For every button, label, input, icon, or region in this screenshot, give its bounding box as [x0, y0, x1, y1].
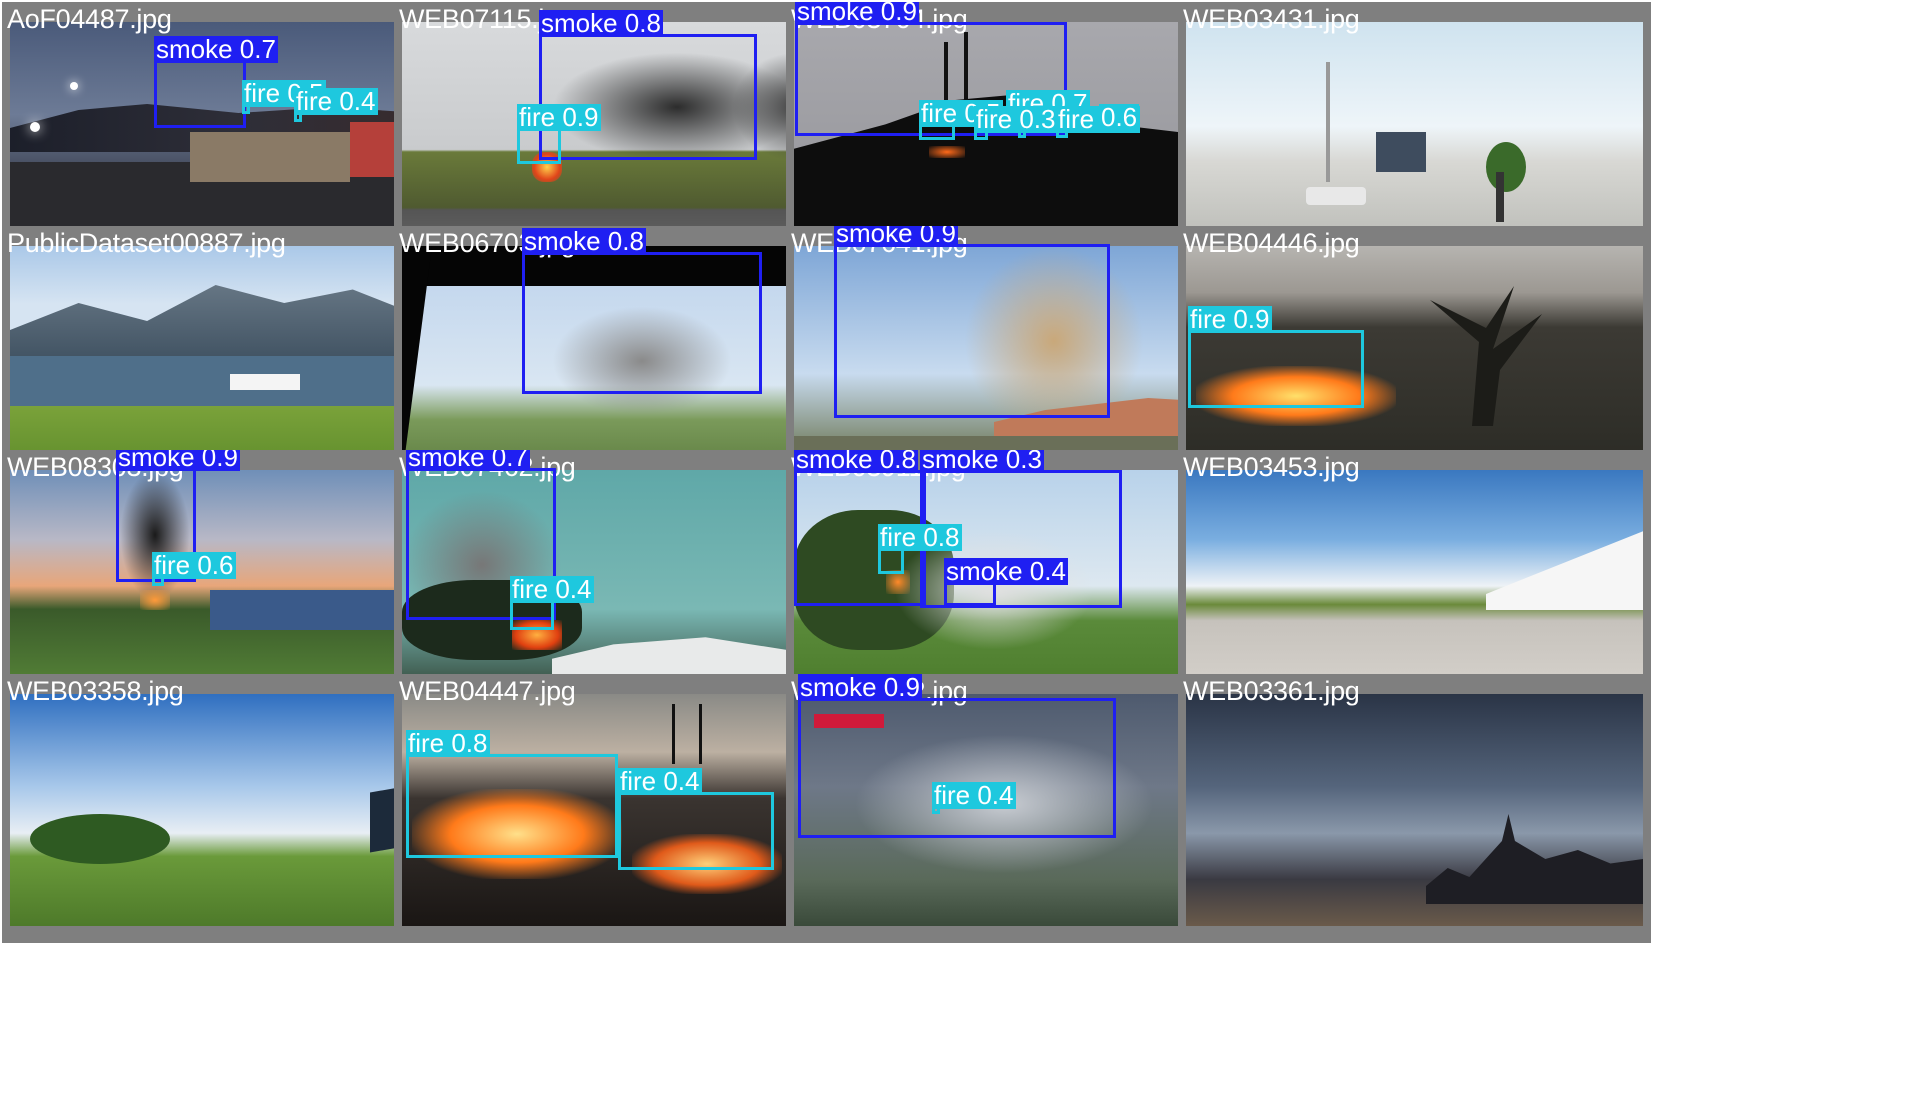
detection-label: smoke 0.8 — [794, 450, 918, 473]
image-filename: WEB03431.jpg — [1183, 4, 1360, 34]
tree — [1486, 142, 1526, 192]
cruise-ship — [230, 374, 300, 390]
skyline — [1426, 814, 1643, 904]
trees — [30, 814, 170, 864]
image-filename: WEB04447.jpg — [399, 676, 576, 706]
detection-label: smoke 0.9 — [116, 450, 240, 471]
fire-bounding-box: fire 0.3 — [974, 106, 1058, 140]
building — [1486, 530, 1643, 610]
image-filename: WEB03453.jpg — [1183, 452, 1360, 482]
image-filename: WEB03361.jpg — [1183, 676, 1360, 706]
scene-image — [1186, 694, 1643, 926]
street-light — [70, 82, 78, 90]
power-tower — [672, 704, 702, 764]
detection-label: fire 0.4 — [294, 86, 378, 116]
image-filename: WEB03358.jpg — [7, 676, 184, 706]
fire-bounding-box: fire 0.5 — [242, 80, 326, 114]
person — [1496, 172, 1504, 222]
fire-bounding-box: fire 0.9 — [517, 104, 601, 164]
detection-label: fire 0.8 — [406, 728, 490, 758]
scene-image — [1186, 22, 1643, 254]
result-tile[interactable]: WEB03361.jpg — [1178, 674, 1651, 943]
detection-label: smoke 0.7 — [406, 450, 530, 471]
image-filename: PublicDataset00887.jpg — [7, 228, 286, 258]
detection-label: fire 0.8 — [878, 522, 962, 552]
fire-bounding-box: fire 0.4 — [510, 576, 594, 630]
detection-label: smoke 0.8 — [522, 226, 646, 256]
smoke-bounding-box: smoke 0.8 — [539, 10, 757, 160]
detection-label: smoke 0.9 — [798, 674, 922, 702]
smoke-bounding-box: smoke 0.4 — [944, 558, 1068, 606]
detection-label: fire 0.9 — [517, 102, 601, 132]
detection-label: smoke 0.7 — [154, 34, 278, 64]
smoke-bounding-box: smoke 0.9 — [834, 226, 1110, 418]
building — [190, 132, 350, 182]
detection-label: fire 0.6 — [152, 550, 236, 580]
flame — [140, 590, 170, 610]
detection-label: smoke 0.3 — [920, 450, 1044, 473]
fire-bounding-box: fire 0.8 — [406, 730, 618, 858]
detection-label: smoke 0.9 — [795, 2, 919, 25]
detection-label: smoke 0.8 — [539, 8, 663, 38]
fire-bounding-box: fire 0.4 — [618, 768, 774, 870]
fire-bounding-box: fire 0.3 — [1056, 106, 1140, 138]
detection-label: fire 0.4 — [932, 780, 1016, 810]
detection-label: smoke 0.4 — [944, 556, 1068, 586]
detection-label: 0.6 — [1099, 102, 1140, 132]
tree — [1430, 286, 1542, 426]
fire-bounding-box: fire 0.5 — [919, 100, 1003, 140]
detection-results-grid: AoF04487.jpg smoke 0.7 fire 0.5 fire 0.4 WEB… — [0, 0, 1920, 1100]
scene-image — [1186, 470, 1643, 702]
fire-bounding-box: fire 0.8 — [878, 524, 962, 574]
ember — [929, 146, 965, 158]
fire-bounding-box: 0.6 — [1018, 104, 1140, 138]
lamp-post — [1326, 62, 1330, 182]
fire-bounding-box: fire 0.4 — [932, 782, 1016, 814]
detection-label: fire 0.3 — [974, 104, 1058, 134]
image-filename: AoF04487.jpg — [7, 4, 172, 34]
detection-label: fire 0.9 — [1188, 304, 1272, 334]
smoke-bounding-box: smoke 0.7 — [154, 36, 278, 128]
building — [1376, 132, 1426, 172]
fire-bounding-box: fire 0.6 — [152, 552, 236, 586]
smoke-bounding-box: smoke 0.9 — [798, 674, 1116, 838]
car — [1306, 187, 1366, 205]
fire-bounding-box: fire 0.4 — [294, 88, 378, 122]
detection-label: fire 0.4 — [618, 766, 702, 796]
detection-label: fire 0.4 — [510, 574, 594, 604]
image-filename: WEB04446.jpg — [1183, 228, 1360, 258]
smoke-bounding-box: smoke 0.8 — [522, 228, 762, 394]
window-frame — [402, 246, 432, 478]
fire-bounding-box: fire 0.9 — [1188, 306, 1364, 408]
street-light — [30, 122, 40, 132]
detection-label: smoke 0.9 — [834, 226, 958, 247]
